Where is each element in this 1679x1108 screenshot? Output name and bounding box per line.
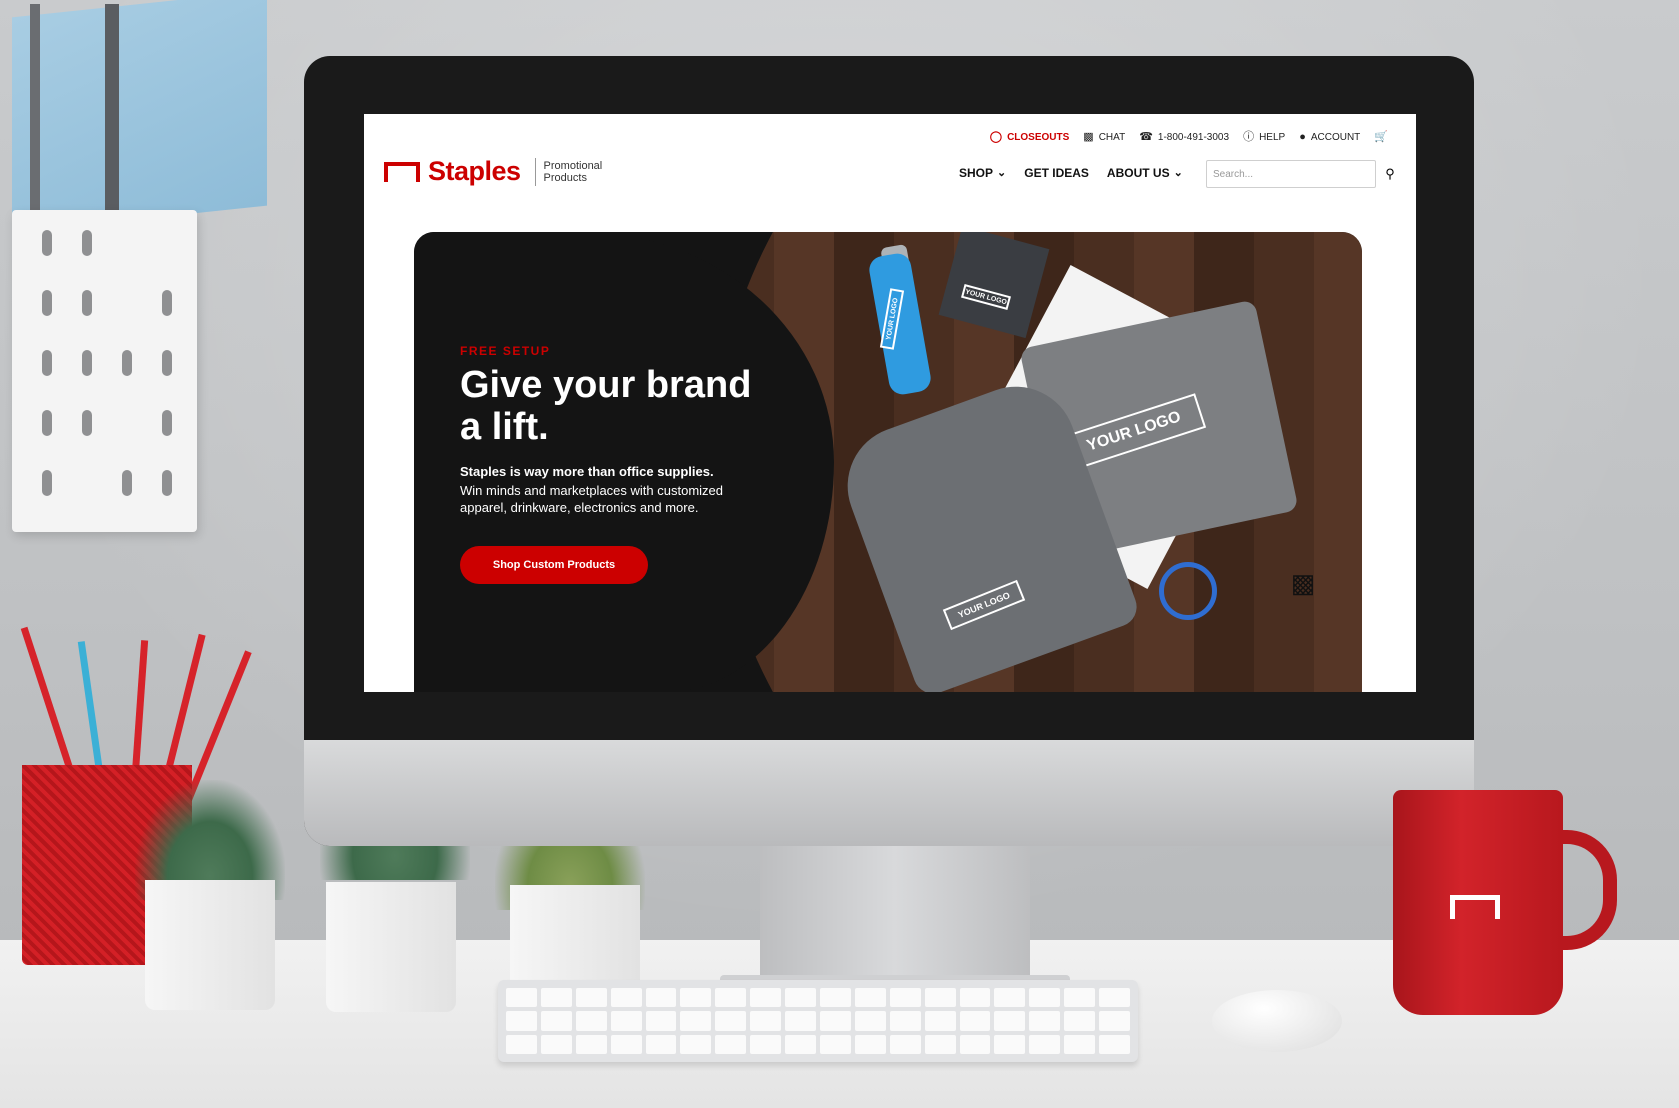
monitor-chin: [304, 740, 1474, 846]
keyboard: [498, 980, 1138, 1062]
search-input[interactable]: Search...: [1206, 160, 1376, 188]
phone-number: 1-800-491-3003: [1157, 132, 1230, 143]
hero-eyebrow: FREE SETUP: [460, 344, 551, 358]
search-button[interactable]: ⚲: [1380, 164, 1400, 184]
help-label: HELP: [1259, 132, 1286, 143]
logo-divider: [534, 157, 536, 186]
search-placeholder: Search...: [1213, 168, 1254, 180]
cart-button[interactable]: 🛒: [1374, 132, 1388, 143]
tag-icon: ◯: [989, 131, 1003, 143]
staples-mug-logo: [1450, 895, 1500, 919]
nav-get-ideas[interactable]: GET IDEAS: [1024, 166, 1089, 180]
mouse: [1212, 990, 1342, 1052]
chat-link[interactable]: ▩ CHAT: [1083, 131, 1126, 144]
nav-shop[interactable]: SHOP ⌄: [959, 166, 1006, 180]
nav-about-us-label: ABOUT US: [1106, 166, 1170, 180]
chat-widget-button[interactable]: ▩: [1286, 568, 1320, 598]
nav-get-ideas-label: GET IDEAS: [1024, 166, 1089, 180]
website-screen: ◯ CLOSEOUTS ▩ CHAT ☎ 1-800-491-3003 ⓘ HE…: [364, 114, 1416, 692]
chat-bubble-icon: ▩: [1290, 568, 1316, 598]
usb-cable-product: [1159, 562, 1217, 620]
hero-description-bold: Staples is way more than office supplies…: [460, 464, 714, 479]
pegboard: [12, 210, 197, 532]
account-label: ACCOUNT: [1310, 132, 1361, 143]
phone-icon: ☎: [1139, 131, 1153, 143]
closeouts-label: CLOSEOUTS: [1007, 132, 1070, 143]
chevron-down-icon: ⌄: [1173, 166, 1183, 179]
hero-banner: YOUR LOGO YOUR LOGO YOUR LOGO YOUR LOGO …: [414, 232, 1362, 692]
shop-custom-products-button[interactable]: Shop Custom Products: [460, 546, 648, 584]
monitor-stand: [760, 846, 1030, 986]
main-nav: SHOP ⌄ GET IDEAS ABOUT US ⌄: [959, 166, 1183, 180]
cart-icon: 🛒: [1374, 131, 1388, 143]
plant-pot: [145, 880, 275, 1010]
cta-label: Shop Custom Products: [492, 559, 616, 571]
brand-name: Staples: [428, 156, 521, 186]
staples-logo[interactable]: Staples Promotional Products: [384, 156, 614, 187]
staples-logo-mark: [384, 161, 420, 182]
nav-shop-label: SHOP: [959, 166, 994, 180]
chat-icon: ▩: [1083, 131, 1094, 143]
desk-lamp-shade: [12, 0, 267, 233]
search-icon: ⚲: [1385, 166, 1395, 181]
hero-headline: Give your brand a lift.: [460, 364, 752, 448]
nav-about-us[interactable]: ABOUT US ⌄: [1107, 166, 1183, 180]
help-icon: ⓘ: [1243, 131, 1255, 143]
phone-link[interactable]: ☎ 1-800-491-3003: [1139, 131, 1230, 144]
closeouts-link[interactable]: ◯ CLOSEOUTS: [989, 131, 1070, 144]
utility-bar: ◯ CLOSEOUTS ▩ CHAT ☎ 1-800-491-3003 ⓘ HE…: [989, 131, 1388, 144]
help-link[interactable]: ⓘ HELP: [1243, 131, 1286, 144]
brand-subtitle: Promotional Products: [543, 159, 603, 184]
chat-label: CHAT: [1098, 132, 1126, 143]
hero-description: Win minds and marketplaces with customiz…: [460, 483, 723, 515]
plant-pot: [326, 882, 456, 1012]
account-icon: ●: [1299, 131, 1306, 143]
chevron-down-icon: ⌄: [997, 166, 1007, 179]
account-link[interactable]: ● ACCOUNT: [1299, 131, 1361, 144]
